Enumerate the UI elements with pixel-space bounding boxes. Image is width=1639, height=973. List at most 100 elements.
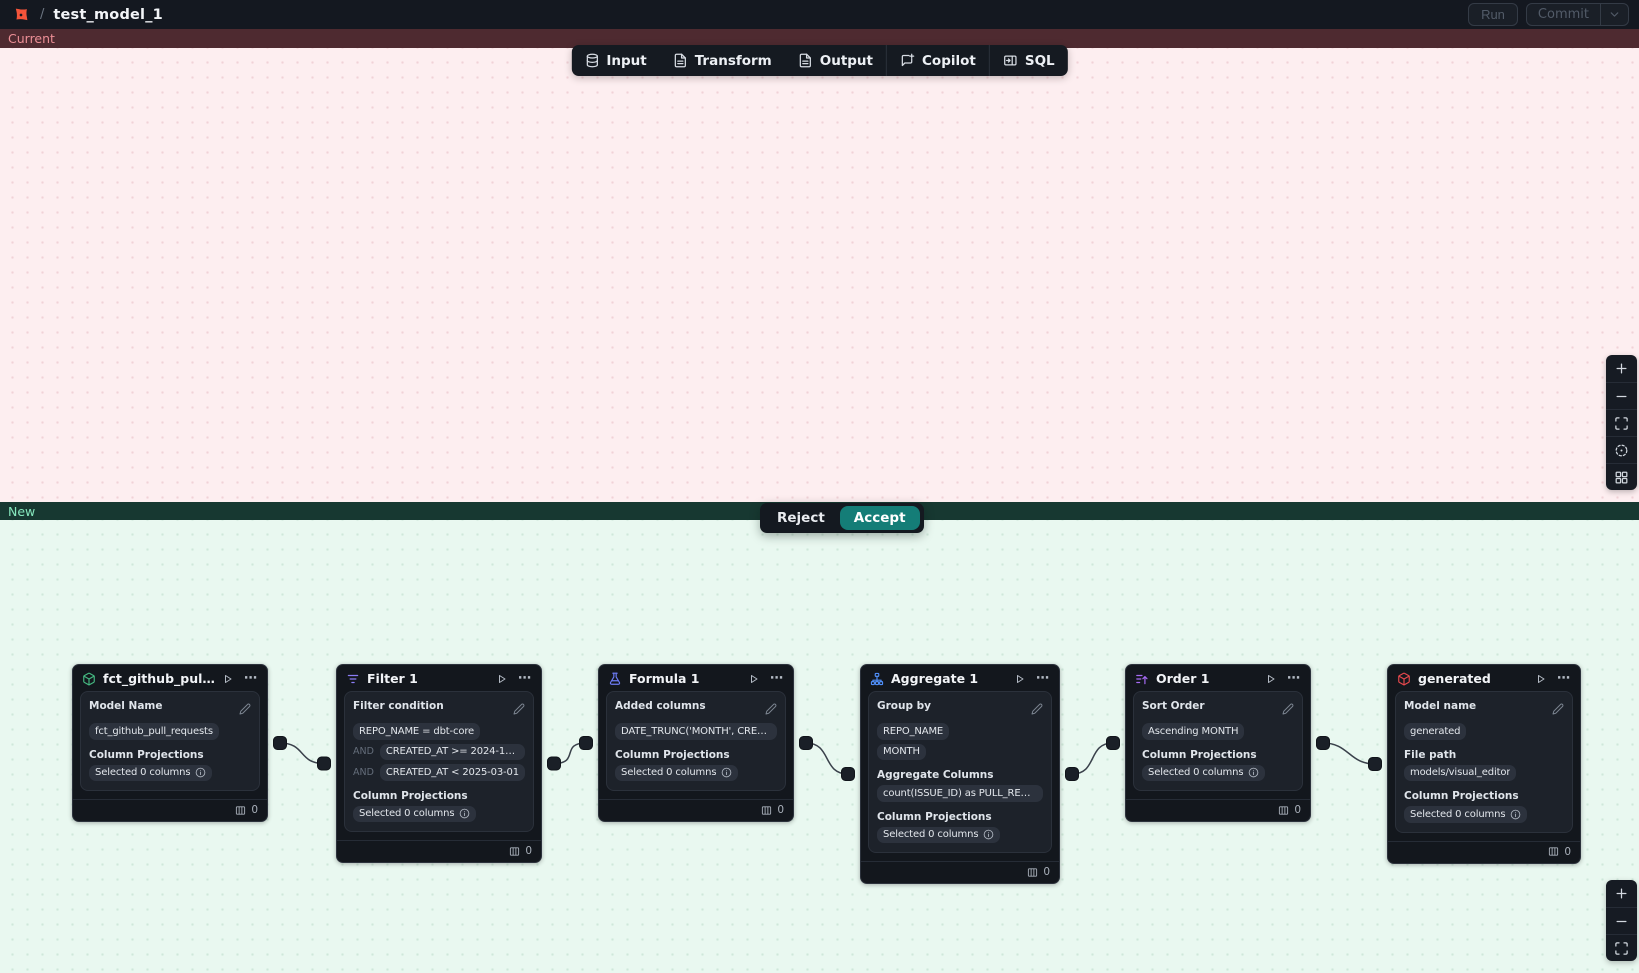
accept-button[interactable]: Accept: [840, 506, 920, 530]
fit-view-button[interactable]: [1606, 934, 1637, 961]
edit-icon[interactable]: [1031, 700, 1043, 719]
target-connection-handle[interactable]: [1369, 758, 1382, 771]
source-connection-handle[interactable]: [1066, 768, 1079, 781]
canvas-controls-current: [1606, 355, 1637, 490]
value-pill-text: models/visual_editor: [1410, 767, 1510, 778]
node-fct-github-pull-requests[interactable]: fct_github_pull_requests⋯Model Namefct_g…: [72, 664, 268, 822]
more-button[interactable]: ⋯: [1036, 672, 1050, 685]
commit-button[interactable]: Commit: [1527, 4, 1600, 25]
edit-icon[interactable]: [765, 700, 777, 719]
value-pill-text: Selected 0 columns: [1148, 767, 1243, 778]
toolbar-item-label: Output: [820, 53, 873, 69]
play-button[interactable]: [1535, 673, 1547, 685]
target-connection-handle[interactable]: [842, 768, 855, 781]
node-title: Aggregate 1: [891, 671, 978, 686]
node-generated[interactable]: generated⋯Model namegeneratedFile pathmo…: [1387, 664, 1581, 864]
zoom-out-button[interactable]: [1606, 907, 1637, 934]
current-canvas[interactable]: [0, 48, 1639, 502]
filter-icon: [346, 672, 360, 686]
value-pill: Selected 0 columns: [877, 827, 1000, 844]
node-aggregate-1[interactable]: Aggregate 1⋯Group byREPO_NAMEMONTHAggreg…: [860, 664, 1060, 884]
node-header: Formula 1⋯: [599, 665, 793, 691]
focus-circle: [1614, 443, 1629, 458]
section-label: Model Name: [89, 700, 163, 712]
source-connection-handle[interactable]: [548, 757, 561, 770]
toolbar-item-label: SQL: [1025, 53, 1055, 69]
tile-view: [1614, 470, 1629, 485]
section-label: Column Projections: [1142, 749, 1257, 761]
target-connection-handle[interactable]: [1107, 737, 1120, 750]
more-button[interactable]: ⋯: [770, 672, 784, 685]
columns-icon: [761, 805, 772, 816]
source-connection-handle[interactable]: [1317, 737, 1330, 750]
zoom-out-button[interactable]: [1606, 382, 1637, 409]
more-button[interactable]: ⋯: [1557, 672, 1571, 685]
file-text-icon: [673, 53, 688, 68]
node-order-1[interactable]: Order 1⋯Sort OrderAscending MONTHColumn …: [1125, 664, 1311, 822]
row-count: 0: [1564, 846, 1571, 858]
condition-conjunction: AND: [353, 767, 374, 778]
run-button[interactable]: Run: [1468, 3, 1518, 26]
section-label: Column Projections: [353, 790, 468, 802]
zoom-in: [1614, 361, 1629, 376]
play-button[interactable]: [496, 673, 508, 685]
play-button[interactable]: [1265, 673, 1277, 685]
top-bar: / test_model_1 Run Commit: [0, 0, 1639, 29]
tile-view-button[interactable]: [1606, 463, 1637, 490]
zoom-in-button[interactable]: [1606, 880, 1637, 907]
row-count: 0: [525, 845, 532, 857]
info-icon[interactable]: [983, 829, 994, 840]
node-title: generated: [1418, 671, 1491, 686]
value-pill-text: REPO_NAME = dbt-core: [359, 726, 474, 737]
chevron-down-icon[interactable]: [1601, 4, 1628, 25]
toolbar-item-label: Input: [606, 53, 646, 69]
edit-icon[interactable]: [1282, 700, 1294, 719]
node-formula-1[interactable]: Formula 1⋯Added columnsDATE_TRUNC('MONTH…: [598, 664, 794, 822]
fit-view-button[interactable]: [1606, 409, 1637, 436]
columns-icon: [235, 805, 246, 816]
play-button[interactable]: [222, 673, 234, 685]
value-pill: CREATED_AT >= 2024-12-01: [380, 744, 525, 761]
zoom-in-button[interactable]: [1606, 355, 1637, 382]
value-pill: Selected 0 columns: [615, 765, 738, 782]
model-title: test_model_1: [53, 7, 163, 23]
more-button[interactable]: ⋯: [1287, 672, 1301, 685]
edit-icon[interactable]: [239, 700, 251, 719]
value-pill-text: generated: [1410, 726, 1460, 737]
sort-icon: [1135, 672, 1149, 686]
node-header: Order 1⋯: [1126, 665, 1310, 691]
source-connection-handle[interactable]: [274, 737, 287, 750]
target-connection-handle[interactable]: [580, 737, 593, 750]
more-button[interactable]: ⋯: [518, 672, 532, 685]
node-header: fct_github_pull_requests⋯: [73, 665, 267, 691]
play-button[interactable]: [748, 673, 760, 685]
toolbar-item-sql[interactable]: SQL: [990, 45, 1068, 76]
canvas-controls-new: [1606, 880, 1637, 961]
value-pill: REPO_NAME: [877, 723, 949, 740]
zoom-out: [1614, 389, 1629, 404]
visual-editor-app: { "header": { "separator": "/", "title":…: [0, 0, 1639, 973]
info-icon[interactable]: [721, 767, 732, 778]
info-icon[interactable]: [1510, 809, 1521, 820]
toolbar-item-input[interactable]: Input: [571, 45, 659, 76]
value-pill: DATE_TRUNC('MONTH', CREATED_AT…: [615, 723, 777, 740]
reject-button[interactable]: Reject: [764, 510, 838, 526]
edit-icon[interactable]: [1552, 700, 1564, 719]
toolbar-item-copilot[interactable]: Copilot: [887, 45, 989, 76]
target-connection-handle[interactable]: [318, 757, 331, 770]
columns-icon: [509, 846, 520, 857]
node-filter-1[interactable]: Filter 1⋯Filter conditionREPO_NAME = dbt…: [336, 664, 542, 863]
info-icon[interactable]: [195, 767, 206, 778]
edit-icon[interactable]: [513, 700, 525, 719]
toolbar-item-output[interactable]: Output: [785, 45, 886, 76]
toolbar-item-transform[interactable]: Transform: [660, 45, 785, 76]
focus-circle-button[interactable]: [1606, 436, 1637, 463]
fit-view: [1614, 941, 1629, 956]
play-button[interactable]: [1014, 673, 1026, 685]
source-connection-handle[interactable]: [800, 737, 813, 750]
info-icon[interactable]: [459, 808, 470, 819]
info-icon[interactable]: [1248, 767, 1259, 778]
panel-right-icon: [1003, 53, 1018, 68]
section-label: Model name: [1404, 700, 1476, 712]
more-button[interactable]: ⋯: [244, 672, 258, 685]
